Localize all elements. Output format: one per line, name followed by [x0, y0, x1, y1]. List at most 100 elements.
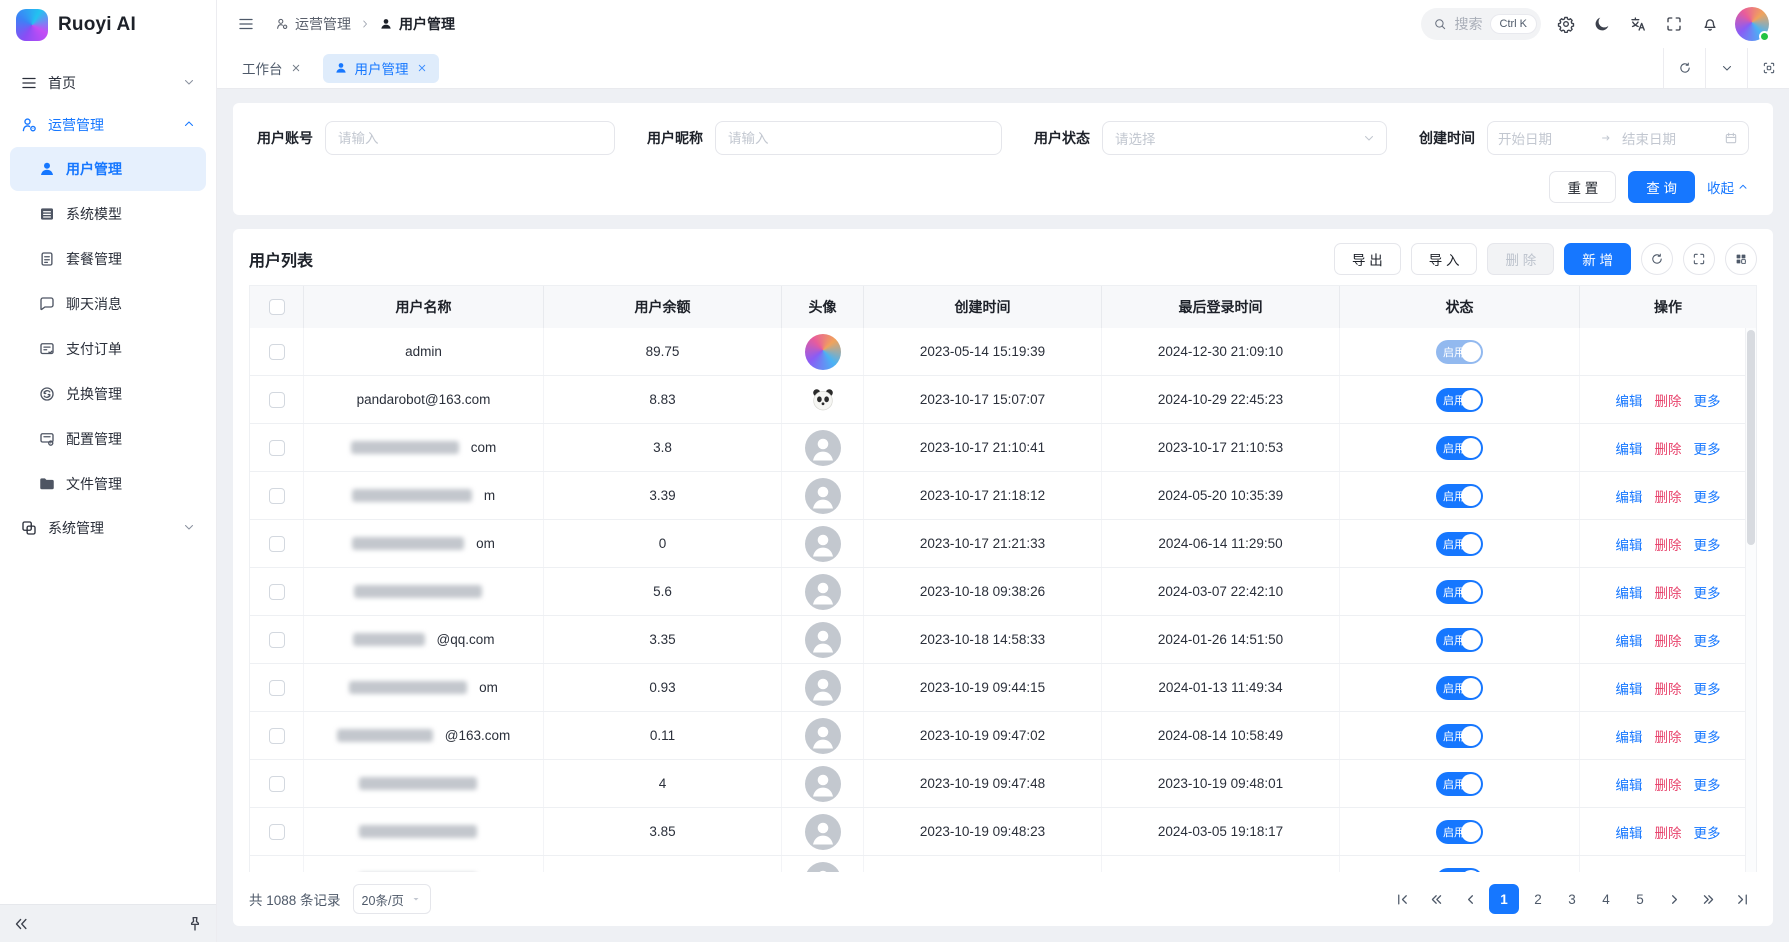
tabbar-focus-button[interactable] [1747, 48, 1789, 88]
status-toggle[interactable]: 启用 [1436, 484, 1483, 508]
edit-link[interactable]: 编辑 [1616, 822, 1643, 842]
edit-link[interactable]: 编辑 [1616, 534, 1643, 554]
row-checkbox[interactable] [269, 440, 285, 456]
sidebar-item-exchange-management[interactable]: 兑换管理 [10, 372, 206, 416]
more-link[interactable]: 更多 [1694, 630, 1721, 650]
more-link[interactable]: 更多 [1694, 678, 1721, 698]
more-link[interactable]: 更多 [1694, 870, 1721, 873]
status-toggle[interactable]: 启用 [1436, 628, 1483, 652]
status-toggle[interactable]: 启用 [1436, 532, 1483, 556]
user-nickname-input[interactable] [715, 121, 1002, 155]
sidebar-item-chat-messages[interactable]: 聊天消息 [10, 282, 206, 326]
row-checkbox[interactable] [269, 536, 285, 552]
edit-link[interactable]: 编辑 [1616, 630, 1643, 650]
row-checkbox[interactable] [269, 344, 285, 360]
export-button[interactable]: 导 出 [1334, 243, 1401, 275]
row-checkbox[interactable] [269, 584, 285, 600]
global-search[interactable]: 搜索 Ctrl K [1421, 8, 1542, 40]
bell-button[interactable] [1701, 15, 1719, 33]
delete-button[interactable]: 删 除 [1487, 243, 1554, 275]
scrollbar-thumb[interactable] [1747, 330, 1755, 545]
user-account-input[interactable] [325, 121, 615, 155]
delete-link[interactable]: 删除 [1655, 822, 1682, 842]
sidebar-item-config-management[interactable]: 配置管理 [10, 417, 206, 461]
status-toggle[interactable]: 启用 [1436, 436, 1483, 460]
row-checkbox[interactable] [269, 488, 285, 504]
import-button[interactable]: 导 入 [1411, 243, 1478, 275]
status-toggle[interactable]: 启用 [1436, 580, 1483, 604]
more-link[interactable]: 更多 [1694, 534, 1721, 554]
delete-link[interactable]: 删除 [1655, 486, 1682, 506]
page-1-button[interactable]: 1 [1489, 884, 1519, 914]
sidebar-item-system-model[interactable]: 系统模型 [10, 192, 206, 236]
status-toggle[interactable]: 启用 [1436, 772, 1483, 796]
table-grid-button[interactable] [1725, 243, 1757, 275]
edit-link[interactable]: 编辑 [1616, 486, 1643, 506]
breadcrumb-item[interactable]: 运营管理 [275, 14, 351, 34]
page-size-select[interactable]: 20条/页 [353, 884, 431, 914]
sidebar-item-user-management[interactable]: 用户管理 [10, 147, 206, 191]
edit-link[interactable]: 编辑 [1616, 726, 1643, 746]
tabbar-refresh-button[interactable] [1663, 48, 1705, 88]
select-all-checkbox[interactable] [269, 299, 285, 315]
edit-link[interactable]: 编辑 [1616, 678, 1643, 698]
status-toggle[interactable]: 启用 [1436, 676, 1483, 700]
sidebar-group-operations[interactable]: 运营管理 [10, 104, 206, 146]
first-page-button[interactable] [1387, 884, 1417, 914]
breadcrumb-item[interactable]: 用户管理 [379, 14, 455, 34]
edit-link[interactable]: 编辑 [1616, 870, 1643, 873]
sidebar-item-package-management[interactable]: 套餐管理 [10, 237, 206, 281]
status-toggle[interactable]: 启用 [1436, 724, 1483, 748]
delete-link[interactable]: 删除 [1655, 870, 1682, 873]
prev-page-button[interactable] [1455, 884, 1485, 914]
delete-link[interactable]: 删除 [1655, 582, 1682, 602]
close-icon[interactable] [290, 62, 302, 74]
page-5-button[interactable]: 5 [1625, 884, 1655, 914]
delete-link[interactable]: 删除 [1655, 630, 1682, 650]
status-toggle[interactable]: 启用 [1436, 868, 1483, 873]
sidebar-pin-button[interactable] [186, 915, 204, 933]
delete-link[interactable]: 删除 [1655, 534, 1682, 554]
row-checkbox[interactable] [269, 680, 285, 696]
collapse-filter-link[interactable]: 收起 [1707, 177, 1749, 197]
edit-link[interactable]: 编辑 [1616, 774, 1643, 794]
status-toggle[interactable]: 启用 [1436, 820, 1483, 844]
last-page-button[interactable] [1727, 884, 1757, 914]
page-4-button[interactable]: 4 [1591, 884, 1621, 914]
translate-button[interactable] [1629, 15, 1647, 33]
user-status-select[interactable]: 请选择 [1102, 121, 1387, 155]
moon-button[interactable] [1593, 15, 1611, 33]
edit-link[interactable]: 编辑 [1616, 390, 1643, 410]
more-link[interactable]: 更多 [1694, 726, 1721, 746]
status-toggle[interactable]: 启用 [1436, 340, 1483, 364]
sidebar-collapse-button[interactable] [12, 915, 30, 933]
row-checkbox[interactable] [269, 392, 285, 408]
more-link[interactable]: 更多 [1694, 774, 1721, 794]
status-toggle[interactable]: 启用 [1436, 388, 1483, 412]
delete-link[interactable]: 删除 [1655, 726, 1682, 746]
page-2-button[interactable]: 2 [1523, 884, 1553, 914]
prev-group-button[interactable] [1421, 884, 1451, 914]
settings-button[interactable] [1557, 15, 1575, 33]
delete-link[interactable]: 删除 [1655, 438, 1682, 458]
next-page-button[interactable] [1659, 884, 1689, 914]
edit-link[interactable]: 编辑 [1616, 582, 1643, 602]
next-group-button[interactable] [1693, 884, 1723, 914]
close-icon[interactable] [416, 62, 428, 74]
sidebar-item-file-management[interactable]: 文件管理 [10, 462, 206, 506]
table-refresh-button[interactable] [1641, 243, 1673, 275]
reset-button[interactable]: 重 置 [1549, 171, 1616, 203]
delete-link[interactable]: 删除 [1655, 678, 1682, 698]
hamburger-menu-button[interactable] [237, 15, 255, 33]
create-time-range-picker[interactable]: 开始日期结束日期 [1487, 121, 1749, 155]
search-button[interactable]: 查 询 [1628, 171, 1695, 203]
sidebar-group-system-management[interactable]: 系统管理 [10, 507, 206, 549]
row-checkbox[interactable] [269, 872, 285, 873]
row-checkbox[interactable] [269, 632, 285, 648]
sidebar-item-payment-orders[interactable]: 支付订单 [10, 327, 206, 371]
add-button[interactable]: 新 增 [1564, 243, 1631, 275]
more-link[interactable]: 更多 [1694, 486, 1721, 506]
sidebar-group-home[interactable]: 首页 [10, 62, 206, 104]
more-link[interactable]: 更多 [1694, 582, 1721, 602]
page-3-button[interactable]: 3 [1557, 884, 1587, 914]
